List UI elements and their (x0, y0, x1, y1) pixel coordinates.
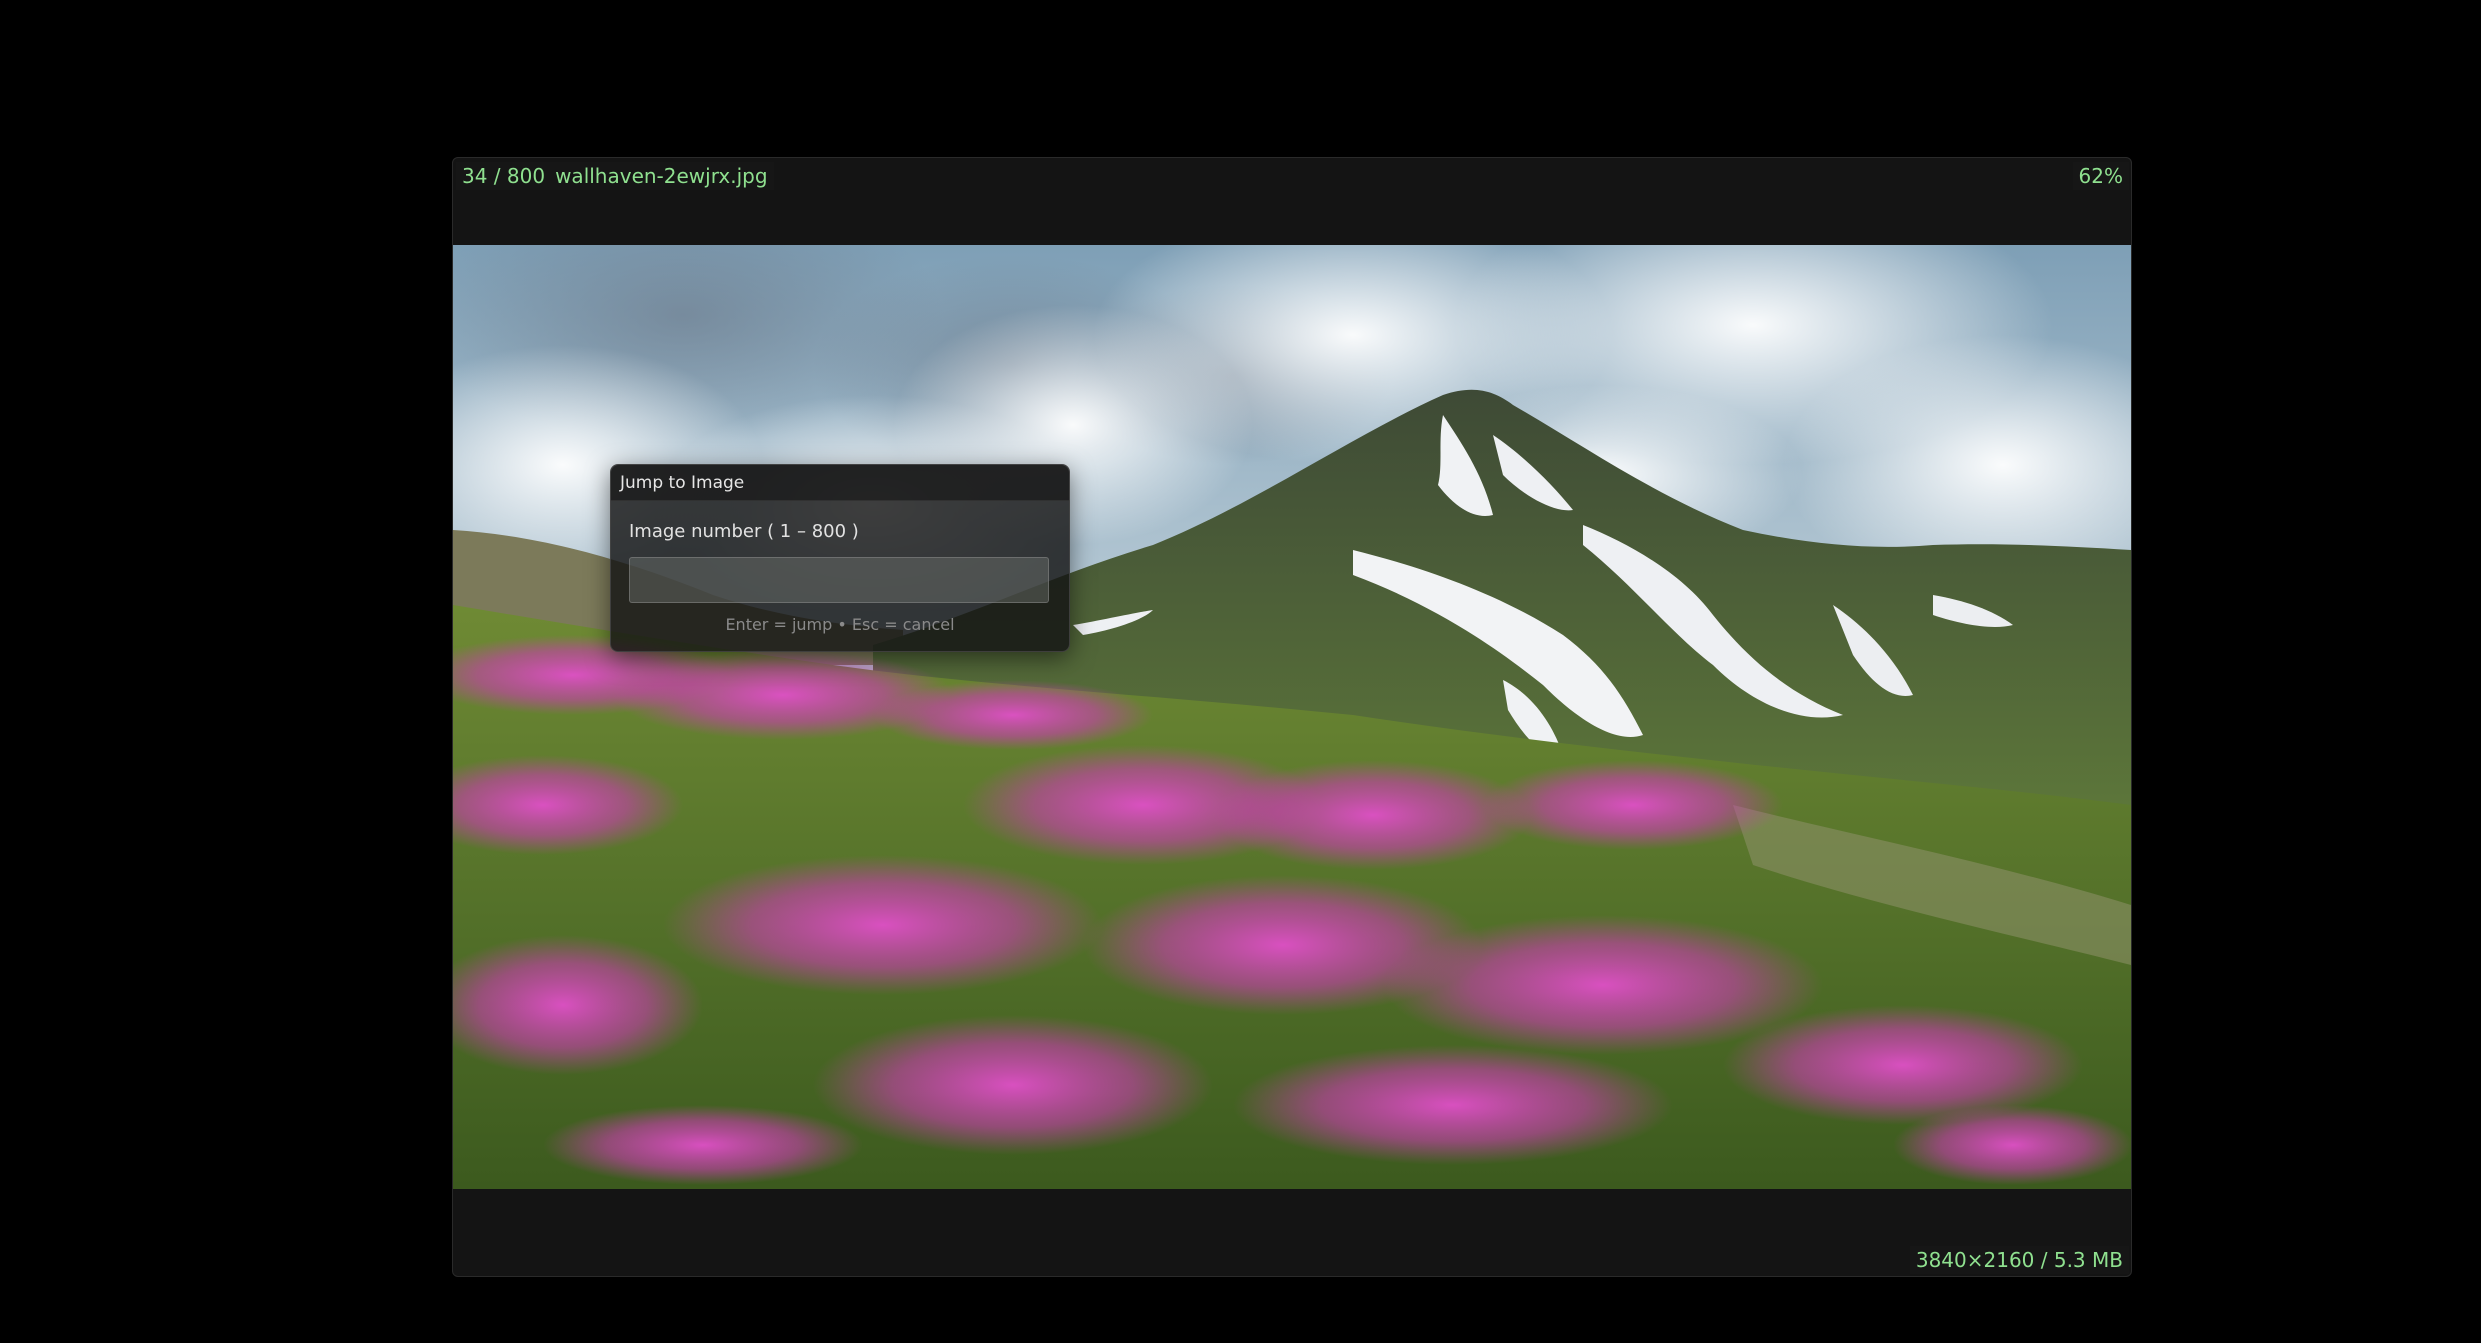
image-filename: wallhaven-2ewjrx.jpg (555, 164, 768, 188)
image-position: 34 / 800 (462, 164, 546, 188)
image-counter-filename: 34 / 800 wallhaven-2ewjrx.jpg (456, 162, 774, 190)
dialog-title: Jump to Image (611, 465, 1069, 501)
zoom-level: 62% (2072, 162, 2129, 190)
image-dimensions-size: 3840×2160 / 5.3 MB (1909, 1246, 2129, 1274)
keyboard-hint: Enter = jump • Esc = cancel (725, 615, 955, 634)
image-number-label: Image number ( 1 – 800 ) (629, 521, 859, 542)
displayed-image[interactable] (453, 245, 2131, 1189)
image-number-input[interactable] (629, 557, 1049, 603)
image-viewer-window[interactable]: 34 / 800 wallhaven-2ewjrx.jpg 62% 3840×2… (452, 157, 2132, 1277)
jump-to-image-dialog[interactable]: Jump to Image Image number ( 1 – 800 ) E… (610, 464, 1070, 652)
